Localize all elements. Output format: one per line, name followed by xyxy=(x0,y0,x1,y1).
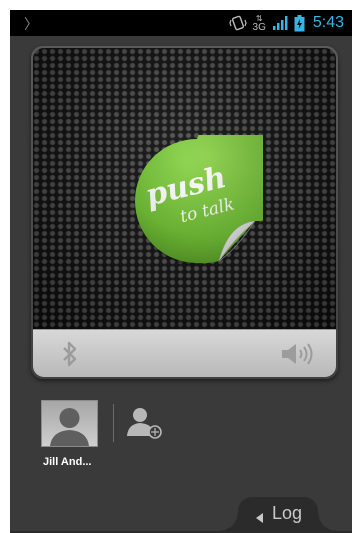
battery-charging-icon xyxy=(294,14,305,32)
contact-avatar[interactable] xyxy=(41,400,98,447)
vibrate-icon xyxy=(228,14,247,32)
status-icons: ⇅ 3G 5:43 xyxy=(228,13,344,33)
network-type-label: 3G xyxy=(252,22,266,33)
log-label: Log xyxy=(272,503,303,523)
status-clock: 5:43 xyxy=(312,14,344,31)
triangle-left-icon xyxy=(256,510,264,528)
push-to-talk-button[interactable]: push to talk xyxy=(131,135,263,267)
status-bar: 〉 ⇅ 3G 5:43 xyxy=(10,10,352,36)
speaker-volume-icon[interactable] xyxy=(280,342,314,371)
control-strip xyxy=(33,329,336,377)
avatar-placeholder-icon xyxy=(50,408,89,446)
add-contact-icon xyxy=(127,408,162,439)
speaker-grille: push to talk xyxy=(33,48,336,329)
log-tab[interactable]: Log xyxy=(220,497,336,531)
speaker-panel: push to talk xyxy=(31,46,338,379)
contact-name: Jill And... xyxy=(43,456,92,468)
data-activity-icon: ⇅ 3G xyxy=(252,14,266,33)
push-to-talk-sticker xyxy=(135,135,263,266)
notification-glyph: 〉 xyxy=(24,16,38,32)
ptt-line1: push xyxy=(142,159,230,214)
ptt-line2: to talk xyxy=(178,194,237,228)
app-screen: 〉 ⇅ 3G 5:43 push to talk Jill And... Log xyxy=(10,10,352,533)
bluetooth-icon[interactable] xyxy=(61,341,79,372)
push-to-talk-label: push to talk xyxy=(117,121,277,281)
contacts-row: Jill And... xyxy=(41,400,321,490)
contact-divider xyxy=(113,404,114,442)
signal-icon xyxy=(272,15,288,31)
add-contact-button[interactable] xyxy=(127,406,163,440)
